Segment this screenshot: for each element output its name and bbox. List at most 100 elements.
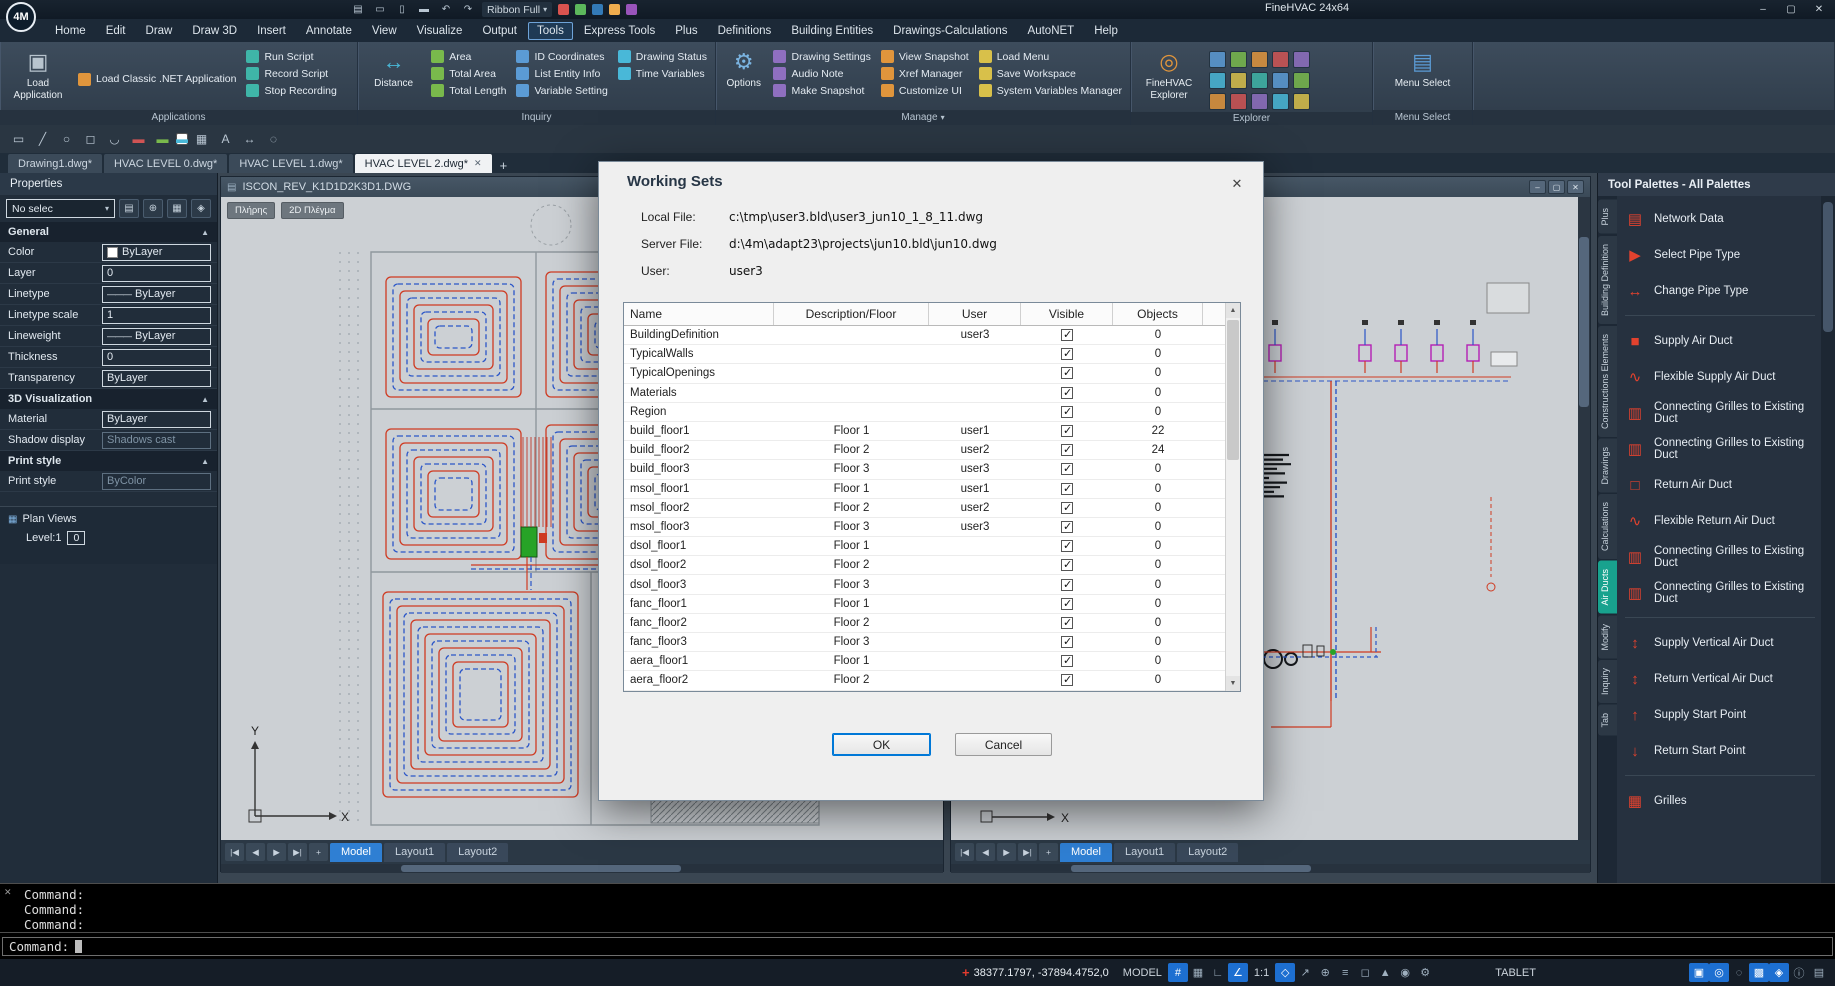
view-mode-button[interactable]: 2D Πλέγμα (281, 202, 343, 219)
menu-item[interactable]: Output (473, 22, 526, 40)
menu-item[interactable]: Edit (97, 22, 135, 40)
layout-tab[interactable]: Layout2 (1177, 843, 1238, 862)
palette-tab[interactable]: Modify (1598, 616, 1617, 659)
explorer-tool-icon[interactable] (1251, 51, 1268, 68)
working-set-row[interactable]: dsol_floor2 Floor 2 0 (624, 556, 1240, 575)
circle-tool-icon[interactable]: ○ (56, 129, 77, 150)
ribbon-item[interactable]: Customize UI (881, 84, 969, 97)
customization-menu-icon[interactable]: ▤ (1809, 963, 1829, 982)
nav-last-icon[interactable]: ▶| (1018, 843, 1037, 861)
palette-tool[interactable]: ▥Connecting Grilles to Existing Duct (1625, 400, 1821, 426)
working-set-row[interactable]: build_floor1 Floor 1 user1 22 (624, 422, 1240, 441)
layout-tab[interactable]: Layout2 (447, 843, 508, 862)
tab-close-icon[interactable]: ✕ (474, 158, 482, 169)
ribbon-item[interactable]: Stop Recording (246, 84, 336, 97)
lineweight-icon[interactable]: ≡ (1335, 963, 1355, 982)
plan-views-root[interactable]: ▦ Plan Views (8, 513, 209, 525)
minimize-button[interactable]: – (1749, 0, 1777, 18)
visible-checkbox[interactable] (1061, 348, 1073, 360)
layout-tab[interactable]: Layout1 (1114, 843, 1175, 862)
palette-tool[interactable]: ∿Flexible Return Air Duct (1625, 508, 1821, 534)
working-set-row[interactable]: fanc_floor3 Floor 3 0 (624, 633, 1240, 652)
nav-prev-icon[interactable]: ◀ (976, 843, 995, 861)
scroll-up-icon[interactable]: ▲ (1226, 303, 1240, 318)
working-set-row[interactable]: dsol_floor3 Floor 3 0 (624, 575, 1240, 594)
document-tab[interactable]: Drawing1.dwg*✕ (8, 154, 102, 173)
column-header-objects[interactable]: Objects (1113, 303, 1203, 325)
layout-tab[interactable]: Model (1060, 843, 1112, 862)
property-row[interactable]: Print styleByColor (0, 471, 217, 492)
menu-item[interactable]: Visualize (408, 22, 472, 40)
column-header-name[interactable]: Name (624, 303, 774, 325)
explorer-tool-icon[interactable] (1251, 93, 1268, 110)
user-icon[interactable]: ◎ (1709, 963, 1729, 982)
graphics-performance-icon[interactable]: ◈ (1769, 963, 1789, 982)
maximize-button[interactable]: ▢ (1777, 0, 1805, 18)
ribbon-item[interactable]: Run Script (246, 50, 336, 63)
working-set-row[interactable]: msol_floor3 Floor 3 user3 0 (624, 518, 1240, 537)
palette-tab[interactable]: Plus (1598, 200, 1617, 234)
qat-layers-icon[interactable] (575, 4, 586, 15)
palette-tool[interactable]: ↕Supply Vertical Air Duct (1625, 630, 1821, 656)
palette-tool[interactable]: ▥Connecting Grilles to Existing Duct (1625, 544, 1821, 570)
ribbon-item[interactable]: System Variables Manager (979, 84, 1122, 97)
distance-button[interactable]: ↔ Distance (366, 46, 421, 90)
model-space-toggle[interactable]: MODEL (1123, 967, 1162, 979)
visible-checkbox[interactable] (1061, 598, 1073, 610)
new-layout-icon[interactable]: + (1039, 843, 1058, 861)
palette-tool[interactable]: ↕Return Vertical Air Duct (1625, 666, 1821, 692)
workspace-icon[interactable]: ⚙ (1415, 963, 1435, 982)
open-file-icon[interactable]: ▯ (394, 2, 410, 17)
tablet-toggle[interactable]: TABLET (1495, 967, 1536, 979)
explorer-tool-icon[interactable] (1230, 93, 1247, 110)
text-tool-icon[interactable]: A (215, 129, 236, 150)
section-header-print-style[interactable]: Print style▲ (0, 451, 217, 471)
explorer-tool-icon[interactable] (1209, 93, 1226, 110)
command-input[interactable]: Command: (2, 937, 1833, 956)
polyline-tool-icon[interactable]: ╱ (32, 129, 53, 150)
property-row[interactable]: LinetypeByLayer (0, 284, 217, 305)
property-row[interactable]: TransparencyByLayer (0, 368, 217, 389)
explorer-tool-icon[interactable] (1209, 51, 1226, 68)
section-header-3d-visualization[interactable]: 3D Visualization▲ (0, 389, 217, 409)
undo-icon[interactable]: ↶ (438, 2, 454, 17)
ribbon-item[interactable]: Make Snapshot (773, 84, 870, 97)
view-mode-button[interactable]: Πλήρης (227, 202, 275, 219)
property-row[interactable]: Linetype scale1 (0, 305, 217, 326)
toggle-pickadd-icon[interactable]: ◈ (191, 199, 211, 218)
working-set-row[interactable]: TypicalWalls 0 (624, 345, 1240, 364)
explorer-tool-icon[interactable] (1230, 51, 1247, 68)
ribbon-item[interactable]: Xref Manager (881, 67, 969, 80)
visible-checkbox[interactable] (1061, 655, 1073, 667)
save-file-icon[interactable]: ▬ (416, 2, 432, 17)
new-file-icon[interactable]: ▭ (372, 2, 388, 17)
redo-icon[interactable]: ↷ (460, 2, 476, 17)
info-icon[interactable]: ⓘ (1789, 963, 1809, 982)
palette-tool[interactable]: ↓Return Start Point (1625, 738, 1821, 764)
ribbon-item[interactable]: View Snapshot (881, 50, 969, 63)
working-set-row[interactable]: build_floor3 Floor 3 user3 0 (624, 460, 1240, 479)
nav-last-icon[interactable]: ▶| (288, 843, 307, 861)
otrack-icon[interactable]: ↗ (1295, 963, 1315, 982)
visible-checkbox[interactable] (1061, 425, 1073, 437)
explorer-tool-icon[interactable] (1230, 72, 1247, 89)
options-button[interactable]: ⚙ Options (724, 46, 763, 90)
menu-item[interactable]: Drawings-Calculations (884, 22, 1016, 40)
palette-tool[interactable]: ▦Grilles (1625, 788, 1821, 814)
polar-icon[interactable]: ∠ (1228, 963, 1248, 982)
quick-select-icon[interactable]: ⊕ (143, 199, 163, 218)
viewport-maximize-icon[interactable]: ▢ (1548, 180, 1565, 194)
new-tab-button[interactable]: + (494, 158, 514, 173)
viewport-1-hscrollbar[interactable] (221, 864, 943, 873)
layout-tab[interactable]: Model (330, 843, 382, 862)
visible-checkbox[interactable] (1061, 674, 1073, 686)
lock-ui-icon[interactable]: ▩ (1749, 963, 1769, 982)
document-tab[interactable]: HVAC LEVEL 1.dwg*✕ (229, 154, 352, 173)
palette-tool[interactable]: ▤Network Data (1625, 206, 1821, 232)
column-header-user[interactable]: User (929, 303, 1021, 325)
ribbon-item[interactable]: Save Workspace (979, 67, 1122, 80)
ribbon-item[interactable]: ID Coordinates (516, 50, 607, 63)
working-set-row[interactable]: Region 0 (624, 403, 1240, 422)
arc-tool-icon[interactable]: ◡ (104, 129, 125, 150)
dynamic-input-icon[interactable]: ⊕ (1315, 963, 1335, 982)
